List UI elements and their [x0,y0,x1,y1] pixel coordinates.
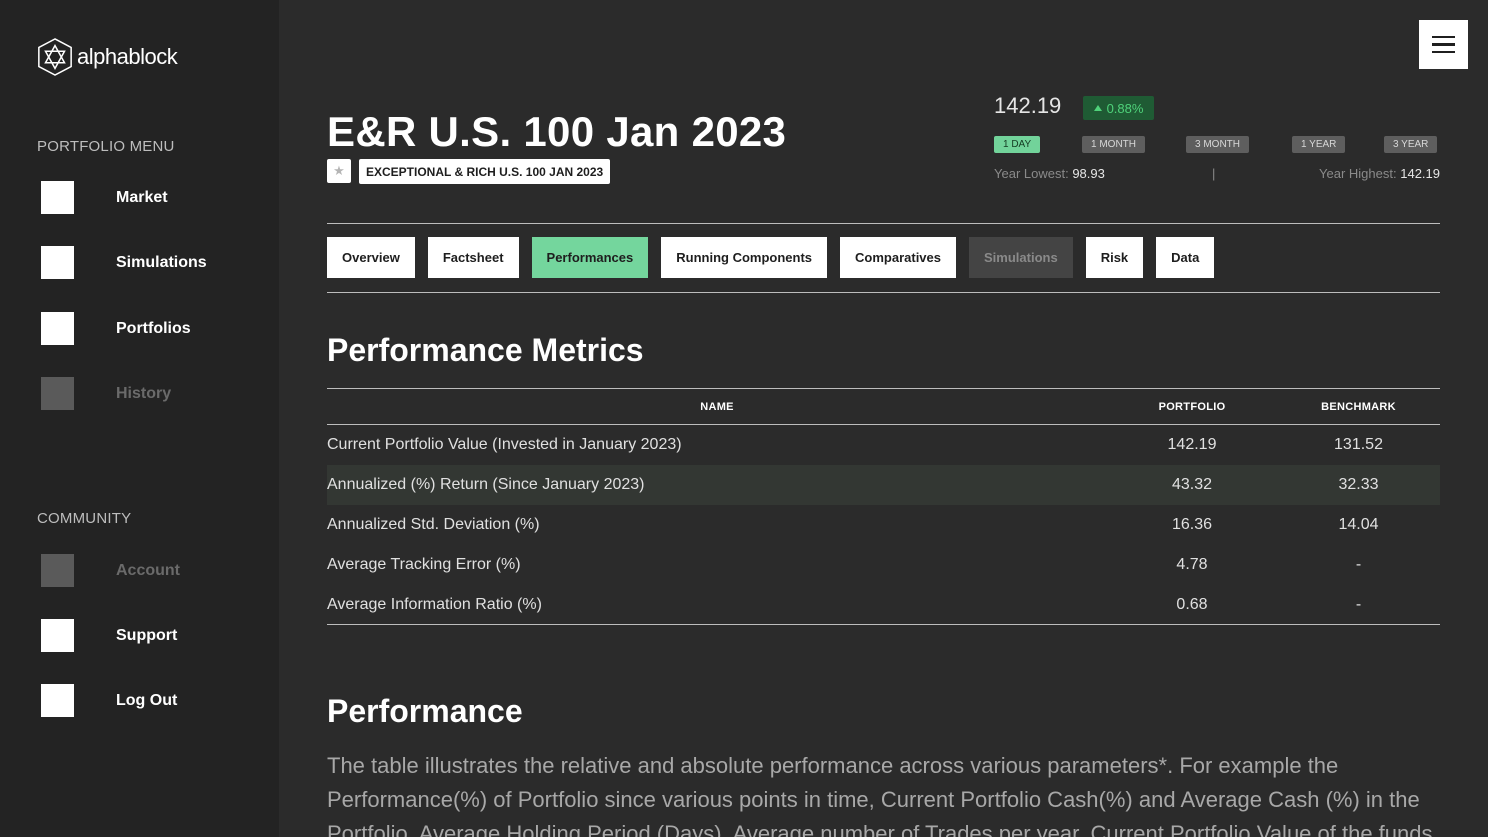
metric-name: Average Information Ratio (%) [327,595,542,613]
log-out-icon [41,684,74,717]
sidebar-item-label: Market [116,188,168,206]
table-header: NAME PORTFOLIO BENCHMARK [327,388,1440,425]
market-icon [41,181,74,214]
tab-risk[interactable]: Risk [1085,237,1144,278]
hamburger-menu-icon [1432,43,1455,46]
table-row: Average Information Ratio (%) 0.68 - [327,585,1440,625]
simulations-icon [41,246,74,279]
performance-heading: Performance [327,693,523,729]
portfolio-menu-label: PORTFOLIO MENU [37,138,175,155]
alphablock-logo-icon [38,38,72,76]
tab-bar: Overview Factsheet Performances Running … [327,237,1215,278]
metric-benchmark-value: 14.04 [1338,516,1379,533]
column-header-name[interactable]: NAME [327,401,1107,413]
sidebar-item-label: Portfolios [116,319,191,337]
tab-overview[interactable]: Overview [327,237,415,278]
star-icon: ★ [333,163,345,178]
metric-benchmark-value: - [1355,595,1362,613]
hamburger-menu-icon [1432,35,1455,39]
range-3-year-button[interactable]: 3 YEAR [1384,136,1438,153]
sidebar-item-log-out[interactable]: Log Out [41,684,177,717]
metric-portfolio-value: 142.19 [1167,436,1217,453]
sidebar-item-label: Account [116,561,180,579]
sidebar-item-support[interactable]: Support [41,619,177,652]
performance-description: The table illustrates the relative and a… [327,753,1433,837]
metric-benchmark-value: 32.33 [1338,476,1379,493]
range-1-day-button[interactable]: 1 DAY [994,136,1041,153]
metric-portfolio-value: 0.68 [1176,595,1208,613]
history-icon [41,377,74,410]
metric-name: Current Portfolio Value (Invested in Jan… [327,436,682,453]
current-price: 142.19 [994,93,1062,118]
year-highest-value: 142.19 [1400,166,1440,181]
metric-benchmark-value: - [1355,556,1362,573]
tab-running-components[interactable]: Running Components [661,237,828,278]
column-header-benchmark[interactable]: BENCHMARK [1277,401,1440,413]
range-3-month-button[interactable]: 3 MONTH [1186,136,1249,153]
portfolios-icon [41,312,74,345]
hamburger-menu-icon [1432,50,1455,54]
sidebar-item-label: Support [116,626,178,644]
tab-factsheet[interactable]: Factsheet [427,237,519,278]
sidebar-item-label: Simulations [116,253,207,271]
sidebar-item-history: History [41,377,171,410]
community-label: COMMUNITY [37,510,132,527]
sidebar-item-market[interactable]: Market [41,181,168,214]
year-lowest-value: 98.93 [1072,166,1105,181]
sidebar-item-account: Account [41,554,180,587]
performance-metrics-heading: Performance Metrics [327,332,644,368]
metric-benchmark-value: 131.52 [1334,436,1383,453]
price-change-value: 0.88% [1106,100,1144,116]
brand-logo[interactable]: alphablock [36,37,178,77]
metric-portfolio-value: 43.32 [1171,476,1213,493]
year-lowest-label: Year Lowest: [994,166,1069,181]
page-title: E&R U.S. 100 Jan 2023 [327,108,787,155]
metric-name: Average Tracking Error (%) [327,556,521,573]
favorite-button[interactable]: ★ [327,159,351,183]
tab-data[interactable]: Data [1156,237,1215,278]
tab-performances[interactable]: Performances [531,237,649,278]
table-row: Annualized Std. Deviation (%) 16.36 14.0… [327,505,1440,545]
sidebar-item-simulations[interactable]: Simulations [41,246,207,279]
year-highest-label: Year Highest: [1319,166,1397,181]
metric-name: Annualized Std. Deviation (%) [327,516,540,533]
year-separator: | [1212,166,1216,181]
sidebar: alphablock PORTFOLIO MENU Market Simulat… [0,0,279,837]
sidebar-item-label: Log Out [116,691,178,709]
range-1-month-button[interactable]: 1 MONTH [1082,136,1145,153]
support-icon [41,619,74,652]
range-1-year-button[interactable]: 1 YEAR [1292,136,1346,153]
account-icon [41,554,74,587]
brand-name: alphablock [77,44,178,69]
metric-portfolio-value: 4.78 [1176,556,1208,573]
triangle-up-icon [1093,105,1102,111]
year-highest: Year Highest: 142.19 [1319,166,1440,181]
tab-comparatives[interactable]: Comparatives [840,237,956,278]
performance-metrics-table: NAME PORTFOLIO BENCHMARK Current Portfol… [327,388,1440,625]
divider [327,223,1440,224]
column-header-portfolio[interactable]: PORTFOLIO [1107,401,1277,413]
portfolio-subtitle-badge: EXCEPTIONAL & RICH U.S. 100 JAN 2023 [359,159,611,184]
hamburger-menu-button[interactable] [1419,20,1468,69]
divider [327,292,1440,293]
tab-simulations: Simulations [969,237,1073,278]
year-lowest: Year Lowest: 98.93 [994,166,1105,181]
table-row: Annualized (%) Return (Since January 202… [327,465,1440,505]
sidebar-item-portfolios[interactable]: Portfolios [41,312,191,345]
table-row: Average Tracking Error (%) 4.78 - [327,545,1440,585]
metric-name: Annualized (%) Return (Since January 202… [327,476,645,493]
table-row: Current Portfolio Value (Invested in Jan… [327,425,1440,465]
sidebar-item-label: History [116,384,172,402]
price-change-badge: 0.88% [1083,96,1154,120]
metric-portfolio-value: 16.36 [1171,516,1213,533]
